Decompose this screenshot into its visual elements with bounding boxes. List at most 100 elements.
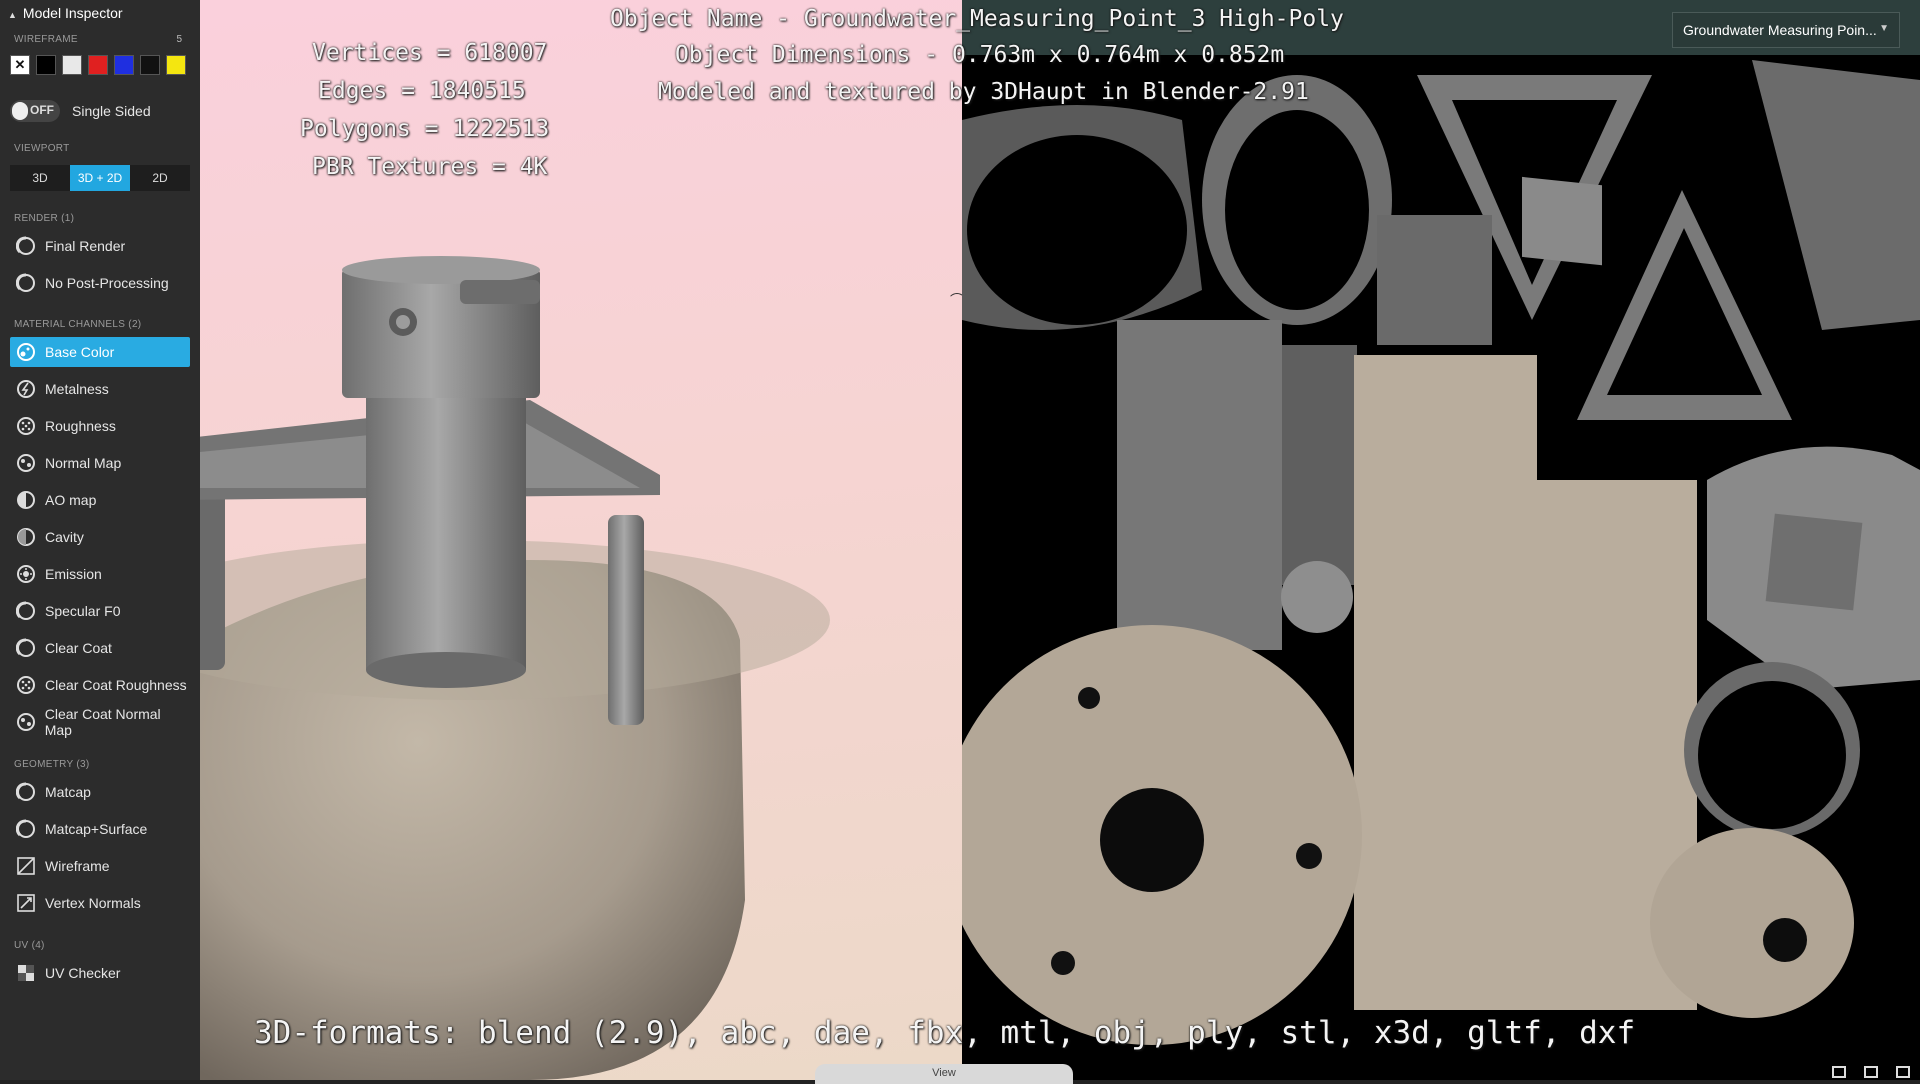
menu-label: Cavity: [45, 529, 84, 545]
cavity-icon: [15, 526, 37, 548]
model-select-dropdown[interactable]: Groundwater Measuring Poin... ▼: [1672, 12, 1900, 48]
menu-label: AO map: [45, 492, 97, 508]
settings-icon[interactable]: [1864, 1066, 1878, 1078]
menu-label: Roughness: [45, 418, 116, 434]
toggle-state: OFF: [30, 103, 54, 117]
single-sided-toggle[interactable]: OFF: [10, 100, 60, 122]
menu-label: Final Render: [45, 238, 126, 254]
viewport-label: VIEWPORT: [14, 143, 70, 154]
2d-uv-viewport[interactable]: [962, 0, 1920, 1080]
uv-checker-icon: [15, 962, 37, 984]
clear-coat-normal-map-icon: [15, 711, 37, 733]
help-icon[interactable]: [1832, 1066, 1846, 1078]
swatch-none[interactable]: ✕: [10, 55, 30, 75]
uv-label: UV (4): [14, 940, 45, 951]
wireframe-color-swatches: ✕: [10, 55, 186, 75]
viewport-3d-button[interactable]: 3D: [10, 165, 70, 191]
menu-label: Specular F0: [45, 603, 121, 619]
single-sided-row: OFF Single Sided: [10, 100, 151, 122]
viewport-mode-selector: 3D 3D + 2D 2D: [10, 165, 190, 191]
material-channels-label: MATERIAL CHANNELS (2): [14, 319, 142, 330]
matcap-surface-icon: [15, 818, 37, 840]
bottom-toolbar: [1832, 1066, 1910, 1078]
specular-icon: [15, 600, 37, 622]
object-name: Object Name - Groundwater_Measuring_Poin…: [610, 6, 1344, 32]
menu-clear-coat[interactable]: Clear Coat: [10, 633, 190, 663]
swatch-yellow[interactable]: [166, 55, 186, 75]
menu-final-render[interactable]: Final Render: [10, 231, 190, 261]
collapse-caret-icon[interactable]: ▲: [8, 10, 17, 20]
menu-no-post-processing[interactable]: No Post-Processing: [10, 268, 190, 298]
view-tab[interactable]: View: [815, 1064, 1073, 1084]
menu-label: Clear Coat: [45, 640, 112, 656]
cursor-icon: ⌒: [950, 292, 962, 308]
clear-coat-icon: [15, 637, 37, 659]
model-select-value: Groundwater Measuring Poin...: [1683, 22, 1877, 38]
menu-label: Wireframe: [45, 858, 110, 874]
menu-wireframe[interactable]: Wireframe: [10, 851, 190, 881]
geometry-label: GEOMETRY (3): [14, 759, 90, 770]
menu-base-color[interactable]: Base Color: [10, 337, 190, 367]
wireframe-count: 5: [176, 34, 182, 45]
formats-text: 3D-formats: blend (2.9), abc, dae, fbx, …: [254, 1015, 1636, 1051]
render-label: RENDER (1): [14, 213, 75, 224]
menu-label: Clear Coat Roughness: [45, 677, 187, 693]
menu-vertex-normals[interactable]: Vertex Normals: [10, 888, 190, 918]
final-render-icon: [15, 235, 37, 257]
menu-cavity[interactable]: Cavity: [10, 522, 190, 552]
viewport-2d-button[interactable]: 2D: [130, 165, 190, 191]
vertex-normals-icon: [15, 892, 37, 914]
menu-label: Vertex Normals: [45, 895, 141, 911]
menu-label: Emission: [45, 566, 102, 582]
menu-label: Matcap+Surface: [45, 821, 148, 837]
stat-edges: Edges = 1840515: [318, 78, 526, 104]
chevron-down-icon: ▼: [1879, 23, 1889, 34]
uv-texture-map: [962, 60, 1920, 1045]
menu-clear-coat-normal-map[interactable]: Clear Coat Normal Map: [10, 706, 190, 738]
post-processing-icon: [15, 272, 37, 294]
menu-matcap[interactable]: Matcap: [10, 777, 190, 807]
menu-uv-checker[interactable]: UV Checker: [10, 958, 190, 988]
menu-metalness[interactable]: Metalness: [10, 374, 190, 404]
menu-label: Clear Coat Normal Map: [44, 706, 161, 738]
stat-polygons: Polygons = 1222513: [300, 116, 550, 142]
menu-emission[interactable]: Emission: [10, 559, 190, 589]
toggle-knob: [12, 102, 28, 120]
menu-label: UV Checker: [45, 965, 121, 981]
object-dimensions: Object Dimensions - 0.763m x 0.764m x 0.…: [675, 42, 1285, 68]
emission-icon: [15, 563, 37, 585]
menu-label: Metalness: [45, 381, 109, 397]
menu-matcap-surface[interactable]: Matcap+Surface: [10, 814, 190, 844]
wireframe-label: WIREFRAME: [14, 34, 78, 45]
panel-title[interactable]: ▲ Model Inspector: [8, 5, 123, 21]
swatch-light-gray[interactable]: [62, 55, 82, 75]
roughness-icon: [15, 415, 37, 437]
swatch-blue[interactable]: [114, 55, 134, 75]
menu-normal-map[interactable]: Normal Map: [10, 448, 190, 478]
base-color-icon: [15, 341, 37, 363]
viewport-3d-2d-button[interactable]: 3D + 2D: [70, 165, 130, 191]
swatch-black[interactable]: [36, 55, 56, 75]
menu-label: Base Color: [45, 344, 115, 360]
menu-specular-f0[interactable]: Specular F0: [10, 596, 190, 626]
panel-title-text: Model Inspector: [22, 5, 123, 21]
stat-pbr-textures: PBR Textures = 4K: [312, 154, 548, 180]
wireframe-icon: [15, 855, 37, 877]
swatch-dark[interactable]: [140, 55, 160, 75]
menu-label: Matcap: [45, 784, 91, 800]
swatch-red[interactable]: [88, 55, 108, 75]
stat-vertices: Vertices = 618007: [312, 40, 548, 66]
single-sided-label: Single Sided: [72, 103, 151, 119]
metalness-icon: [15, 378, 37, 400]
menu-clear-coat-roughness[interactable]: Clear Coat Roughness: [10, 670, 190, 700]
menu-roughness[interactable]: Roughness: [10, 411, 190, 441]
normal-map-icon: [15, 452, 37, 474]
credit-text: Modeled and textured by 3DHaupt in Blend…: [658, 79, 1309, 105]
clear-coat-roughness-icon: [15, 674, 37, 696]
menu-label: No Post-Processing: [45, 275, 169, 291]
menu-ao-map[interactable]: AO map: [10, 485, 190, 515]
ao-map-icon: [15, 489, 37, 511]
fullscreen-icon[interactable]: [1896, 1066, 1910, 1078]
matcap-icon: [15, 781, 37, 803]
menu-label: Normal Map: [45, 455, 122, 471]
